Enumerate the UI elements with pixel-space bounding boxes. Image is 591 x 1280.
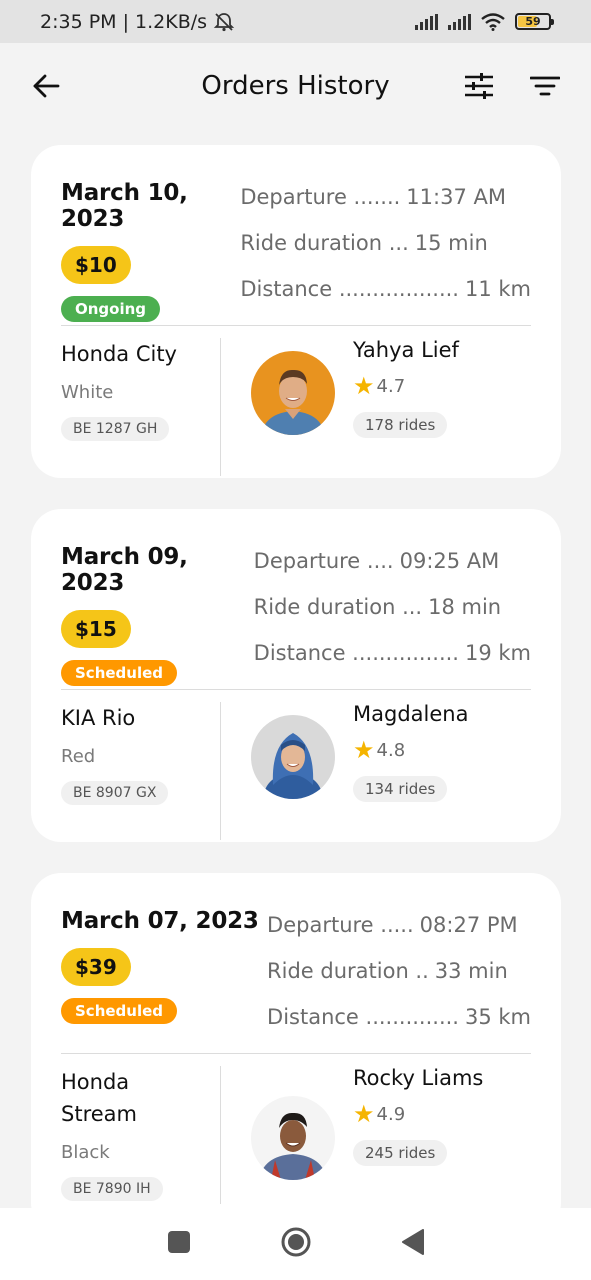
license-plate: BE 8907 GX: [61, 781, 169, 805]
vehicle-name: Honda Stream: [61, 1070, 137, 1126]
departure-value: 08:27 PM: [419, 913, 518, 937]
square-icon: [167, 1231, 190, 1253]
order-price: $39: [61, 948, 131, 986]
star-icon: ★: [353, 736, 375, 764]
distance-row: Distance .............. 35 km: [267, 1005, 531, 1029]
signal-icon-2: [448, 13, 471, 30]
driver-name: Magdalena: [353, 702, 469, 726]
battery-icon: 59: [515, 13, 554, 30]
recent-apps-button[interactable]: [167, 1230, 191, 1258]
order-date: March 10, 2023: [61, 180, 188, 232]
duration-row: Ride duration .. 33 min: [267, 959, 531, 983]
vehicle-color: Black: [61, 1142, 110, 1163]
distance-label: Distance ................: [253, 641, 459, 665]
rating-value: 4.9: [376, 1103, 406, 1125]
battery-level: 59: [525, 15, 541, 28]
home-button[interactable]: [281, 1227, 311, 1261]
departure-label: Departure ....: [253, 549, 394, 573]
driver-rating: ★ 4.7: [353, 374, 405, 398]
vehicle-info: KIA Rio Red BE 8907 GX: [61, 702, 221, 840]
distance-value: 35 km: [464, 1005, 531, 1029]
mute-bell-icon: [213, 12, 235, 31]
wifi-icon: [481, 12, 505, 31]
duration-label: Ride duration ...: [240, 231, 409, 255]
status-badge: Scheduled: [61, 998, 178, 1024]
status-bar: 2:35 PM | 1.2KB/s 59: [0, 0, 591, 43]
departure-label: Departure .......: [240, 185, 401, 209]
driver-info: Rocky Liams ★ 4.9 245 rides: [221, 1066, 531, 1204]
system-nav-bar: [0, 1208, 591, 1280]
rides-count: 178 rides: [353, 412, 448, 438]
avatar: [251, 1096, 335, 1180]
arrow-left-icon: [33, 74, 60, 98]
order-price: $10: [61, 246, 131, 284]
departure-value: 09:25 AM: [399, 549, 500, 573]
departure-row: Departure ..... 08:27 PM: [267, 913, 531, 937]
filter-icon: [530, 76, 560, 96]
rides-count: 134 rides: [353, 776, 448, 802]
vehicle-info: Honda City White BE 1287 GH: [61, 338, 221, 476]
duration-value: 33 min: [434, 959, 508, 983]
order-card[interactable]: March 10, 2023 $10 Ongoing Departure ...…: [31, 145, 561, 478]
back-button[interactable]: [28, 68, 64, 104]
duration-value: 18 min: [428, 595, 502, 619]
star-icon: ★: [353, 1100, 375, 1128]
rating-value: 4.8: [376, 739, 406, 761]
triangle-back-icon: [401, 1229, 424, 1255]
nav-back-button[interactable]: [401, 1229, 425, 1259]
driver-name: Yahya Lief: [353, 338, 459, 362]
adjust-button[interactable]: [461, 68, 497, 104]
departure-row: Departure ....... 11:37 AM: [240, 185, 531, 209]
duration-row: Ride duration ... 18 min: [254, 595, 531, 619]
distance-value: 11 km: [464, 277, 531, 301]
status-badge: Scheduled: [61, 660, 178, 686]
rating-value: 4.7: [376, 375, 406, 397]
departure-row: Departure .... 09:25 AM: [254, 549, 531, 573]
order-date: March 07, 2023: [61, 908, 259, 934]
distance-value: 19 km: [464, 641, 531, 665]
license-plate: BE 7890 IH: [61, 1177, 163, 1201]
duration-value: 15 min: [414, 231, 488, 255]
driver-name: Rocky Liams: [353, 1066, 484, 1090]
distance-label: Distance ..............: [267, 1005, 459, 1029]
driver-rating: ★ 4.8: [353, 738, 405, 762]
order-card[interactable]: March 07, 2023 $39 Scheduled Departure .…: [31, 873, 561, 1233]
filter-button[interactable]: [527, 68, 563, 104]
star-icon: ★: [353, 372, 375, 400]
rides-count: 245 rides: [353, 1140, 448, 1166]
status-time: 2:35 PM | 1.2KB/s: [40, 10, 208, 33]
duration-label: Ride duration ..: [267, 959, 429, 983]
vehicle-name: KIA Rio: [61, 706, 136, 730]
circle-icon: [281, 1227, 310, 1257]
order-date: March 09, 2023: [61, 544, 188, 596]
license-plate: BE 1287 GH: [61, 417, 170, 441]
vehicle-color: White: [61, 382, 114, 403]
app-header: Orders History: [0, 43, 591, 129]
vehicle-color: Red: [61, 746, 96, 767]
driver-rating: ★ 4.9: [353, 1102, 405, 1126]
driver-info: Yahya Lief ★ 4.7 178 rides: [221, 338, 531, 476]
order-price: $15: [61, 610, 131, 648]
avatar: [251, 715, 335, 799]
duration-label: Ride duration ...: [253, 595, 423, 619]
departure-label: Departure .....: [267, 913, 414, 937]
vehicle-info: Honda Stream Black BE 7890 IH: [61, 1066, 221, 1204]
vehicle-name: Honda City: [61, 342, 177, 366]
driver-info: Magdalena ★ 4.8 134 rides: [221, 702, 531, 840]
status-badge: Ongoing: [61, 296, 161, 322]
sliders-icon: [465, 73, 493, 99]
distance-label: Distance ..................: [240, 277, 459, 301]
departure-value: 11:37 AM: [406, 185, 506, 209]
order-card[interactable]: March 09, 2023 $15 Scheduled Departure .…: [31, 509, 561, 842]
signal-icon: [415, 13, 438, 30]
duration-row: Ride duration ... 15 min: [240, 231, 531, 255]
distance-row: Distance ................ 19 km: [254, 641, 531, 665]
avatar: [251, 351, 335, 435]
distance-row: Distance .................. 11 km: [240, 277, 531, 301]
